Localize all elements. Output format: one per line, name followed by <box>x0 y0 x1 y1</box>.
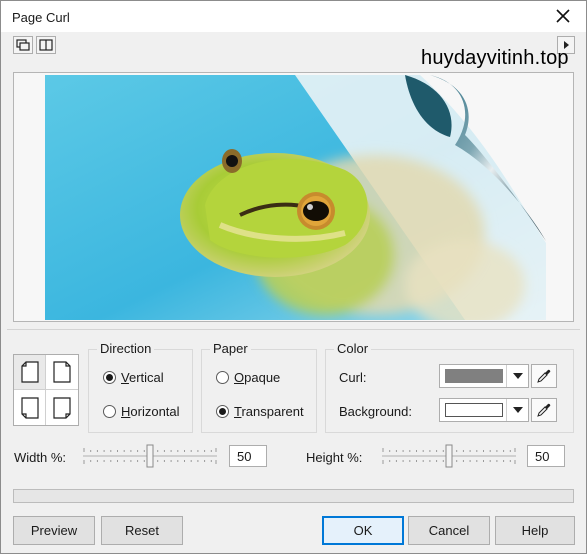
curl-color-label: Curl: <box>339 370 367 385</box>
width-label: Width %: <box>14 450 67 465</box>
curl-corner-selector <box>13 354 79 426</box>
curl-color-swatch <box>445 369 503 383</box>
preview-button[interactable]: Preview <box>13 516 95 545</box>
width-slider-track <box>83 444 217 468</box>
transparent-radio[interactable] <box>216 405 229 418</box>
title-bar: Page Curl <box>1 1 586 32</box>
direction-group-label: Direction <box>97 341 155 356</box>
vertical-radio[interactable] <box>103 371 116 384</box>
page-corner-top-left-icon <box>20 361 39 383</box>
height-slider[interactable] <box>380 443 518 468</box>
background-color-label: Background: <box>339 404 412 419</box>
horizontal-radio[interactable] <box>103 405 116 418</box>
color-group: Color Curl: Background: <box>325 341 574 433</box>
reset-button[interactable]: Reset <box>101 516 183 545</box>
preview-image <box>45 75 546 320</box>
watermark-text: huydayvitinh.top <box>421 47 569 69</box>
help-button[interactable]: Help <box>495 516 575 545</box>
opaque-label: Opaque <box>234 370 281 385</box>
height-slider-track <box>382 444 516 468</box>
page-corner-bottom-right-icon <box>53 396 71 419</box>
preview-area <box>13 72 574 322</box>
opaque-radio[interactable] <box>216 371 229 384</box>
single-preview-button[interactable] <box>13 36 33 54</box>
separator <box>7 329 580 330</box>
eyedropper-icon <box>537 369 551 383</box>
background-eyedropper-button[interactable] <box>531 398 557 422</box>
close-icon <box>556 9 570 23</box>
horizontal-label: Horizontal <box>121 404 180 419</box>
width-slider[interactable] <box>81 443 219 468</box>
close-button[interactable] <box>549 3 577 29</box>
background-color-dropdown[interactable] <box>439 398 529 422</box>
height-label: Height %: <box>306 450 363 465</box>
page-corner-bottom-left-icon <box>20 396 39 419</box>
corner-bottom-left-button[interactable] <box>14 390 46 425</box>
corner-top-right-button[interactable] <box>46 355 78 390</box>
dialog-title: Page Curl <box>12 10 70 25</box>
curl-color-dropdown[interactable] <box>439 364 529 388</box>
dual-preview-button[interactable] <box>36 36 56 54</box>
width-value-input[interactable]: 50 <box>229 445 267 467</box>
dual-preview-icon <box>39 39 53 51</box>
chevron-down-icon <box>506 399 528 421</box>
curl-eyedropper-button[interactable] <box>531 364 557 388</box>
chevron-down-icon <box>506 365 528 387</box>
paper-group-label: Paper <box>210 341 251 356</box>
page-corner-top-right-icon <box>53 361 71 383</box>
corner-bottom-right-button[interactable] <box>46 390 78 425</box>
vertical-label: Vertical <box>121 370 164 385</box>
single-preview-icon <box>16 39 30 51</box>
corner-top-left-button[interactable] <box>14 355 46 390</box>
background-color-swatch <box>445 403 503 417</box>
progress-bar <box>13 489 574 503</box>
transparent-label: Transparent <box>234 404 304 419</box>
eyedropper-icon <box>537 403 551 417</box>
ok-button[interactable]: OK <box>322 516 404 545</box>
page-curl-dialog: Page Curl huydayvitinh.top Direction Ver… <box>0 0 587 554</box>
cancel-button[interactable]: Cancel <box>408 516 490 545</box>
direction-group: Direction Vertical Horizontal <box>88 341 193 433</box>
height-value-input[interactable]: 50 <box>527 445 565 467</box>
color-group-label: Color <box>334 341 372 356</box>
paper-group: Paper Opaque Transparent <box>201 341 317 433</box>
